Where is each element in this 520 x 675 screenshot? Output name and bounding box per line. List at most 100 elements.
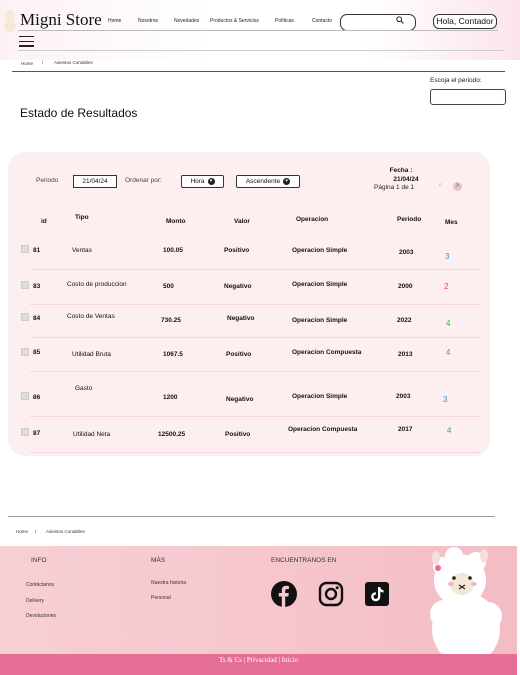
cell-id: 81 (33, 247, 41, 254)
periodo-label: Periodo (36, 177, 59, 184)
menu-icon[interactable] (19, 36, 34, 47)
cell-monto: 100.05 (163, 247, 183, 254)
fecha-value: 21/04/24 (393, 176, 419, 183)
divider (8, 516, 495, 517)
cell-tipo: Utilidad Bruta (72, 351, 112, 358)
search-input[interactable] (340, 14, 416, 31)
footer-link-contactanos[interactable]: Contáctanos (26, 582, 54, 588)
cell-operacion: Operacion Simple (292, 393, 348, 400)
breadcrumb-separator: / (42, 60, 44, 65)
footer-breadcrumb-current: Asientos Contables (46, 529, 85, 534)
col-header-valor: Valor (234, 218, 250, 225)
row-checkbox[interactable] (21, 313, 29, 321)
instagram-icon[interactable] (318, 581, 344, 607)
cell-operacion: Operacion Simple (292, 247, 348, 254)
tiktok-icon[interactable] (365, 582, 389, 606)
cell-valor: Positivo (225, 431, 251, 438)
cell-monto: 12500.25 (158, 431, 186, 438)
cell-id: 85 (33, 349, 41, 356)
cell-periodo: 2000 (398, 283, 413, 290)
cell-tipo: Ventas (72, 247, 92, 254)
period-label: Escoja el periodo: (430, 77, 482, 84)
period-input[interactable] (430, 89, 506, 105)
cell-operacion: Operacion Compuesta (292, 349, 362, 356)
footer-link-historia[interactable]: Nuestra historia (151, 580, 186, 586)
footer-link-delivery[interactable]: Delivery (26, 598, 44, 604)
divider (12, 71, 505, 72)
row-divider (30, 416, 480, 417)
cell-id: 86 (33, 394, 41, 401)
prev-page-button[interactable]: < (436, 182, 445, 191)
nav-productos[interactable]: Productos & Servicios (210, 18, 259, 24)
logo[interactable]: Migni Store (20, 10, 102, 30)
cell-mes: 4 (446, 319, 451, 328)
cell-mes: 4 (446, 348, 451, 357)
row-divider (30, 337, 480, 338)
col-header-tipo: Tipo (75, 214, 89, 221)
col-header-periodo: Periodo (397, 216, 422, 223)
row-checkbox[interactable] (21, 428, 29, 436)
cell-id: 87 (33, 430, 41, 437)
cell-periodo: 2003 (396, 393, 411, 400)
cell-monto: 730.25 (161, 317, 181, 324)
row-checkbox[interactable] (21, 245, 29, 253)
cell-mes: 4 (447, 426, 452, 435)
order-direction-select[interactable]: Ascendente ▾ (236, 175, 300, 188)
nav-home[interactable]: Home (108, 18, 121, 24)
cell-tipo: Costo de Ventas (67, 313, 115, 320)
cell-valor: Negativo (226, 396, 254, 403)
cell-id: 83 (33, 283, 41, 290)
cell-valor: Positivo (224, 247, 250, 254)
footer-breadcrumb-separator: / (35, 529, 37, 534)
search-icon[interactable] (396, 16, 404, 24)
cell-valor: Positivo (226, 351, 252, 358)
facebook-icon[interactable] (271, 581, 297, 607)
order-field-select[interactable]: Hora ▾ (181, 175, 224, 188)
footer-link-devoluciones[interactable]: Devoluciones (26, 613, 56, 619)
ordenar-label: Ordenar por: (125, 177, 162, 184)
fecha-label: Fecha : (389, 167, 413, 174)
chevron-down-icon: ▾ (207, 177, 215, 185)
chevron-down-icon: ▾ (283, 177, 291, 185)
periodo-field[interactable]: 21/04/24 (73, 175, 117, 188)
nav-novedades[interactable]: Novedades (174, 18, 199, 24)
nav-nosotros[interactable]: Nosotros (138, 18, 158, 24)
user-greeting-button[interactable]: Hola, Contador (433, 14, 497, 29)
divider (18, 50, 503, 51)
cell-mes: 3 (445, 252, 450, 261)
alpaca-mascot-icon (430, 547, 502, 664)
footer-link-personal[interactable]: Personal (151, 595, 171, 601)
next-page-button[interactable]: > (453, 182, 462, 191)
row-checkbox[interactable] (21, 392, 29, 400)
bottom-links[interactable]: Ts & Cs | Privacidad | Inicio (0, 656, 517, 664)
nav-politicas[interactable]: Políticas (275, 18, 294, 24)
col-header-monto: Monto (166, 218, 186, 225)
cell-tipo: Costo de produccion (67, 281, 127, 288)
cell-periodo: 2017 (398, 426, 413, 433)
cell-mes: 3 (443, 395, 448, 404)
footer-breadcrumb-home[interactable]: Home (16, 529, 28, 534)
breadcrumb-home[interactable]: Home (21, 61, 33, 66)
page-info: Página 1 de 1 (374, 184, 415, 191)
row-divider (30, 269, 480, 270)
row-checkbox[interactable] (21, 348, 29, 356)
cell-tipo: Gasto (75, 385, 93, 392)
alpaca-logo-icon (4, 10, 16, 32)
cell-operacion: Operacion Simple (292, 281, 348, 288)
breadcrumb-current: Asientos Contables (54, 60, 93, 65)
col-header-operacion: Operacion (296, 216, 329, 223)
cell-periodo: 2013 (398, 351, 413, 358)
cell-id: 84 (33, 315, 41, 322)
row-divider (30, 304, 480, 305)
nav-contacto[interactable]: Contacto (312, 18, 332, 24)
row-checkbox[interactable] (21, 281, 29, 289)
footer-mas-title: MÁS (151, 557, 166, 564)
cell-monto: 1200 (163, 394, 178, 401)
row-divider (30, 371, 480, 372)
col-header-id: id (41, 218, 47, 225)
row-divider (30, 452, 480, 453)
order-direction-value: Ascendente (245, 178, 281, 185)
col-header-mes: Mes (445, 219, 458, 226)
cell-periodo: 2003 (399, 249, 414, 256)
cell-valor: Negativo (224, 283, 252, 290)
